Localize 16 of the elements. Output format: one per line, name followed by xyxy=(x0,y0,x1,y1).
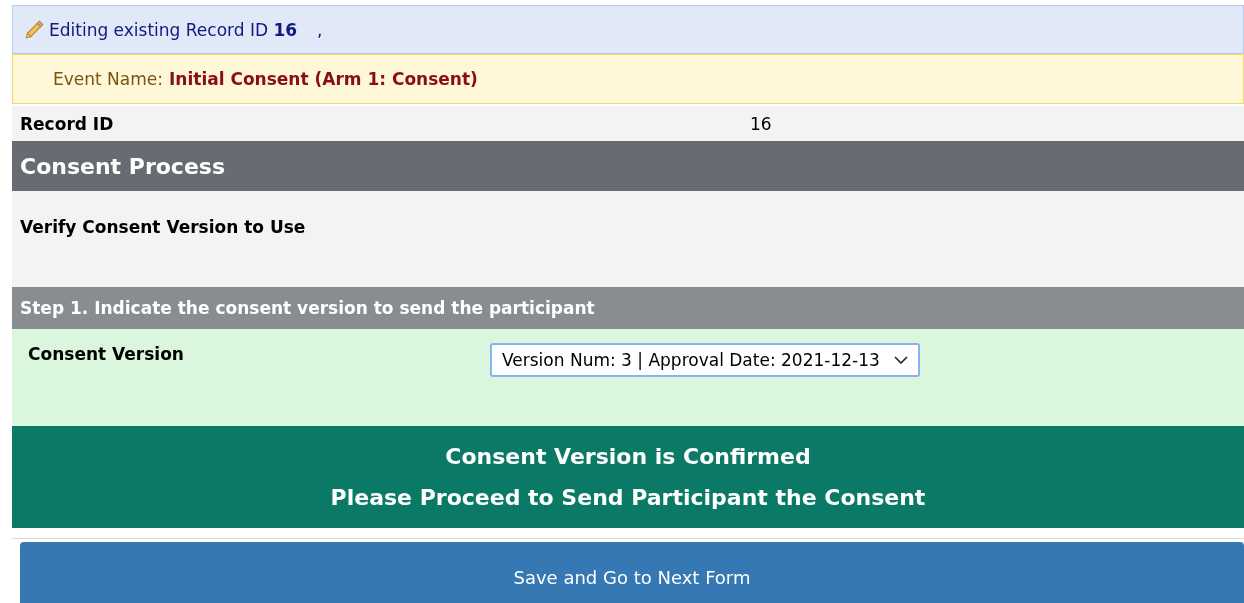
save-next-button[interactable]: Save and Go to Next Form xyxy=(20,542,1244,603)
description-text: Verify Consent Version to Use xyxy=(20,217,306,237)
header-text: Editing existing Record ID 16 xyxy=(49,19,298,40)
version-dropdown[interactable]: Version Num: 3 | Approval Date: 2021-12-13 xyxy=(490,343,920,377)
chevron-down-icon xyxy=(893,356,908,364)
header-comma: , xyxy=(317,19,323,40)
step-header: Step 1. Indicate the consent version to send the participant xyxy=(12,287,1244,329)
event-name: Initial Consent (Arm 1: Consent) xyxy=(169,69,478,89)
section-header: Consent Process xyxy=(12,141,1244,191)
record-id-value: 16 xyxy=(750,113,772,134)
record-id-label: Record ID xyxy=(19,113,115,134)
event-label: Event Name: xyxy=(53,69,163,89)
pencil-icon xyxy=(23,18,45,41)
banner-text: Consent Version is Confirmed xyxy=(445,444,811,469)
banner-text: Please Proceed to Send Participant the Consent xyxy=(330,485,926,510)
field-label: Consent Version xyxy=(27,344,185,364)
